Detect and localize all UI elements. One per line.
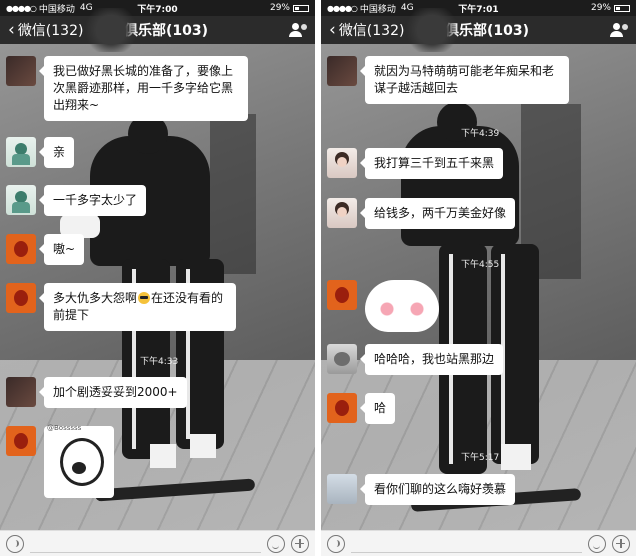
battery-icon (614, 4, 630, 12)
plus-icon[interactable] (291, 534, 309, 553)
avatar[interactable] (6, 283, 36, 313)
sticker-message[interactable]: @Bosssss (44, 424, 114, 498)
back-button[interactable]: ‹ 微信(132) (8, 20, 83, 40)
input-toolbar (0, 530, 315, 556)
clock: 下午7:00 (137, 4, 178, 15)
message-bubble[interactable]: 加个剧透妥妥到2000+ (39, 377, 187, 408)
avatar[interactable] (6, 426, 36, 456)
message-row: 就因为马特萌萌可能老年痴呆和老谋子越活越回去 (327, 56, 569, 104)
timestamp: 下午4:33 (140, 357, 179, 367)
message-bubble[interactable]: 看你们聊的这么嗨好羡慕 (359, 474, 516, 505)
avatar[interactable] (6, 377, 36, 407)
back-chevron-icon: ‹ (8, 19, 15, 40)
chat-header: ‹ 微信(132) 长评俱乐部(103) (321, 8, 636, 52)
message-input[interactable] (30, 535, 261, 553)
plus-icon[interactable] (612, 534, 630, 553)
clock: 下午7:01 (458, 4, 499, 15)
message-row: 我打算三千到五千来黑 (327, 148, 504, 179)
back-label: 微信(132) (338, 23, 405, 39)
sticker-caption: @Bosssss (47, 424, 82, 432)
avatar[interactable] (327, 474, 357, 504)
message-row: 我已做好黑长城的准备了，要像上次黑爵迹那样，用一千多字给它黑出翔来~ (6, 56, 248, 121)
back-button[interactable]: ‹ 微信(132) (329, 20, 404, 40)
message-input[interactable] (351, 535, 582, 553)
avatar[interactable] (6, 56, 36, 86)
input-toolbar (321, 530, 636, 556)
message-row: 哈 (327, 393, 396, 424)
emoji-icon[interactable] (267, 534, 285, 553)
avatar[interactable] (6, 234, 36, 264)
sunglasses-emoji-icon (138, 292, 151, 304)
message-row: 哈哈哈，我也站黑那边 (327, 344, 504, 375)
avatar[interactable] (6, 185, 36, 215)
back-label: 微信(132) (17, 23, 84, 39)
message-row: 看你们聊的这么嗨好羡慕 (327, 474, 516, 505)
message-bubble[interactable]: 多大仇多大怨啊 在还没有看的前提下 (39, 283, 236, 331)
chat-header: ‹ 微信(132) 长评俱乐部(103) (0, 8, 315, 52)
message-bubble[interactable]: 亲 (38, 137, 75, 168)
message-bubble[interactable]: 给钱多，两千万美金好像 (359, 198, 516, 229)
message-bubble[interactable]: 就因为马特萌萌可能老年痴呆和老谋子越活越回去 (360, 56, 569, 104)
avatar[interactable] (6, 137, 36, 167)
right-chat-screen: ●●●●○ 中国移动 4G 下午7:01 29% ‹ 微信(132) 长评俱乐部… (321, 0, 636, 556)
avatar[interactable] (327, 198, 357, 228)
left-chat-screen: ●●●●○ 中国移动 4G 下午7:00 29% ‹ 微信(132) 长评俱乐部… (0, 0, 315, 556)
message-bubble[interactable]: 哈哈哈，我也站黑那边 (359, 344, 504, 375)
timestamp: 下午4:39 (461, 129, 500, 139)
voice-icon[interactable] (327, 534, 345, 553)
emoji-icon[interactable] (588, 534, 606, 553)
message-text: 多大仇多大怨啊 (53, 291, 138, 305)
message-row: 嗷~ (6, 234, 85, 265)
group-members-icon[interactable] (289, 23, 307, 37)
message-row: 多大仇多大怨啊 在还没有看的前提下 (6, 283, 236, 331)
avatar[interactable] (327, 56, 357, 86)
message-row: @Bosssss (6, 424, 114, 498)
message-bubble[interactable]: 我已做好黑长城的准备了，要像上次黑爵迹那样，用一千多字给它黑出翔来~ (39, 56, 248, 121)
timestamp: 下午4:55 (461, 260, 500, 270)
message-row: 亲 (6, 137, 75, 168)
battery-icon (293, 4, 309, 12)
status-bar: ●●●●○ 中国移动 4G 下午7:01 29% (321, 0, 636, 16)
message-bubble[interactable]: 一千多字太少了 (38, 185, 147, 216)
avatar[interactable] (327, 148, 357, 178)
avatar[interactable] (327, 344, 357, 374)
message-bubble[interactable]: 哈 (359, 393, 396, 424)
back-chevron-icon: ‹ (329, 19, 336, 40)
avatar[interactable] (327, 280, 357, 310)
redaction-blur (403, 8, 461, 52)
timestamp: 下午5:17 (461, 453, 500, 463)
avatar[interactable] (327, 393, 357, 423)
sticker-message[interactable] (365, 280, 439, 332)
message-row (327, 280, 439, 332)
message-bubble[interactable]: 我打算三千到五千来黑 (359, 148, 504, 179)
message-row: 加个剧透妥妥到2000+ (6, 377, 187, 408)
message-row: 一千多字太少了 (6, 185, 147, 216)
message-bubble[interactable]: 嗷~ (38, 234, 85, 265)
redaction-blur (82, 8, 140, 52)
status-bar: ●●●●○ 中国移动 4G 下午7:00 29% (0, 0, 315, 16)
group-members-icon[interactable] (610, 23, 628, 37)
message-row: 给钱多，两千万美金好像 (327, 198, 516, 229)
voice-icon[interactable] (6, 534, 24, 553)
